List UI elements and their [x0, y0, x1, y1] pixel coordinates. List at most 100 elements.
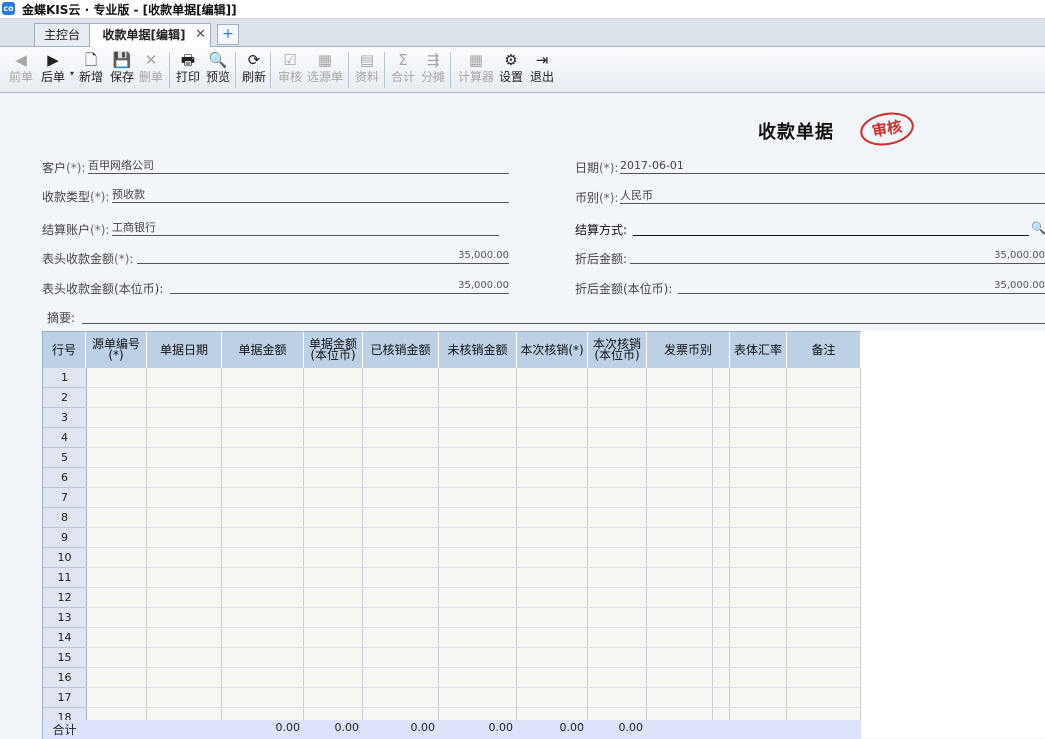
discount-amount-label: 折后金额: [575, 252, 628, 266]
grid-column-divider [221, 368, 222, 739]
toolbar-button-delete[interactable]: ✕ 删单 [138, 51, 164, 89]
window-title: 金蝶KIS云 · 专业版 - [收款单据[编辑]] [22, 3, 237, 17]
toolbar-button-exit[interactable]: ⇥ 退出 [528, 51, 556, 89]
toolbar-button-arrow-right[interactable]: ▶ 后单 [38, 51, 68, 89]
tab-receipt-label: 收款单据[编辑] [102, 28, 186, 42]
grid-row-number[interactable]: 6 [43, 468, 87, 488]
toolbar-button-audit[interactable]: ☑ 审核 [276, 51, 304, 89]
grid-row-number[interactable]: 13 [43, 608, 87, 628]
grid-row-number[interactable]: 17 [43, 688, 87, 708]
search-icon[interactable]: 🔍 [1031, 221, 1045, 235]
toolbar-button-settings[interactable]: ⚙ 设置 [498, 51, 524, 89]
toolbar-button-refresh[interactable]: ⟳ 刷新 [240, 51, 268, 89]
grid-row-number[interactable]: 1 [43, 368, 87, 388]
total-cell [647, 720, 726, 739]
currency-field[interactable]: 人民币 [620, 189, 1045, 204]
grid-row-number[interactable]: 10 [43, 548, 87, 568]
grid-row-number[interactable]: 7 [43, 488, 87, 508]
toolbar-button-label: 后单 [40, 70, 65, 84]
grid-header-row-no: 行号 [43, 332, 86, 368]
grid-row-number[interactable]: 4 [43, 428, 87, 448]
grid-header-col-1[interactable]: 源单编号(*) [86, 332, 147, 368]
toolbar-button-save[interactable]: 💾 保存 [109, 51, 135, 89]
header-amount-local-field[interactable]: 35,000.00 [170, 279, 509, 294]
toolbar-button-allocate[interactable]: ⇶ 分摊 [420, 51, 446, 89]
settle-account-field[interactable]: 工商银行 [112, 221, 499, 236]
settle-method-field[interactable] [633, 221, 1029, 236]
preview-icon: 🔍 [208, 51, 228, 69]
title-bar: co 金蝶KIS云 · 专业版 - [收款单据[编辑]] [0, 0, 1045, 19]
grid-column-divider [860, 368, 861, 739]
grid-row-number[interactable]: 16 [43, 668, 87, 688]
receipt-type-field[interactable]: 预收款 [112, 188, 509, 203]
toolbar-button-data[interactable]: ▤ 资料 [354, 51, 380, 89]
grid-row-divider [86, 647, 861, 648]
toolbar-button-print[interactable]: 🖶 打印 [175, 51, 201, 89]
grid-header-col-2[interactable]: 单据日期 [147, 332, 222, 368]
toolbar-button-label: 审核 [277, 70, 302, 84]
total-cell: 0.00 [618, 721, 644, 734]
header-amount-field[interactable]: 35,000.00 [137, 249, 509, 264]
calculator-icon: ▦ [468, 51, 484, 69]
tab-main-console[interactable]: 主控台 [34, 23, 90, 46]
grid-row-number[interactable]: 14 [43, 628, 87, 648]
grid-row-divider [86, 687, 861, 688]
grid-column-divider [786, 368, 787, 739]
grid-row-divider [86, 627, 861, 628]
app-logo-icon: co [2, 2, 15, 15]
grid-header-col-4[interactable]: 单据金额(本位币) [304, 332, 363, 368]
grid-column-divider [712, 368, 713, 739]
total-cell: 0.00 [559, 721, 585, 734]
arrow-right-icon: ▶ [47, 51, 59, 69]
grid-row-divider [86, 487, 861, 488]
grid-header-col-3[interactable]: 单据金额 [222, 332, 304, 368]
grid-header-col-10[interactable]: 表体汇率 [730, 332, 787, 368]
grid-column-divider [146, 368, 147, 739]
dropdown-arrow-icon[interactable]: ▾ [70, 69, 74, 78]
customer-field[interactable]: 百甲网络公司 [88, 159, 509, 174]
grid-row-number[interactable]: 11 [43, 568, 87, 588]
add-tab-icon[interactable]: + [217, 24, 239, 45]
tab-receipt-edit[interactable]: 收款单据[编辑] ✕ [89, 23, 211, 47]
toolbar-button-label: 打印 [175, 70, 200, 84]
grid-header-col-11[interactable]: 备注 [787, 332, 861, 368]
toolbar-button-label: 选源单 [306, 70, 343, 84]
total-label: 合计 [52, 723, 77, 737]
grid-column-divider [362, 368, 363, 739]
toolbar-button-arrow-left[interactable]: ◀ 前单 [8, 51, 34, 89]
grid-row-divider [86, 407, 861, 408]
grid-empty-area [860, 331, 1045, 738]
toolbar-button-label: 保存 [109, 70, 134, 84]
toolbar-button-calculator[interactable]: ▦ 计算器 [456, 51, 496, 89]
memo-label: 摘要: [47, 311, 76, 325]
grid-row-number[interactable]: 12 [43, 588, 87, 608]
toolbar-button-preview[interactable]: 🔍 预览 [205, 51, 231, 89]
toolbar-button-select-source[interactable]: ▦ 选源单 [305, 51, 345, 89]
exit-icon: ⇥ [535, 51, 549, 69]
grid-row-number[interactable]: 3 [43, 408, 87, 428]
grid-header-col-8[interactable]: 本次核销(本位币) [588, 332, 647, 368]
grid-total-row: 合计 0.00 0.00 0.00 0.00 0.00 0.00 [43, 720, 861, 739]
toolbar-button-new-doc[interactable]: 🗋 新增 [78, 51, 104, 89]
discount-amount-field[interactable]: 35,000.00 [630, 249, 1045, 264]
grid-header-col-6[interactable]: 未核销金额 [439, 332, 517, 368]
toolbar-button-label: 预览 [205, 70, 230, 84]
date-field[interactable]: 2017-06-01 [620, 159, 1045, 174]
grid-header-col-9[interactable]: 发票币别 [647, 332, 730, 368]
detail-grid: 行号 源单编号(*) 单据日期 单据金额 单据金额(本位币) 已核销金额 未核销金额 本次核… [42, 331, 861, 739]
grid-row-number[interactable]: 5 [43, 448, 87, 468]
total-cell: 0.00 [275, 721, 301, 734]
grid-row-number[interactable]: 9 [43, 528, 87, 548]
close-icon[interactable]: ✕ [195, 24, 206, 46]
discount-amount-local-field[interactable]: 35,000.00 [678, 279, 1045, 294]
toolbar-button-label: 刷新 [241, 70, 266, 84]
grid-row-number[interactable]: 8 [43, 508, 87, 528]
grid-header-col-5[interactable]: 已核销金额 [363, 332, 439, 368]
toolbar-button-sum[interactable]: Σ 合计 [390, 51, 416, 89]
memo-field[interactable] [82, 309, 1045, 324]
grid-header-col-7[interactable]: 本次核销(*) [517, 332, 588, 368]
audit-stamp: 审核 [857, 108, 917, 150]
grid-row-number[interactable]: 2 [43, 388, 87, 408]
toolbar-separator [348, 52, 349, 88]
grid-row-number[interactable]: 15 [43, 648, 87, 668]
